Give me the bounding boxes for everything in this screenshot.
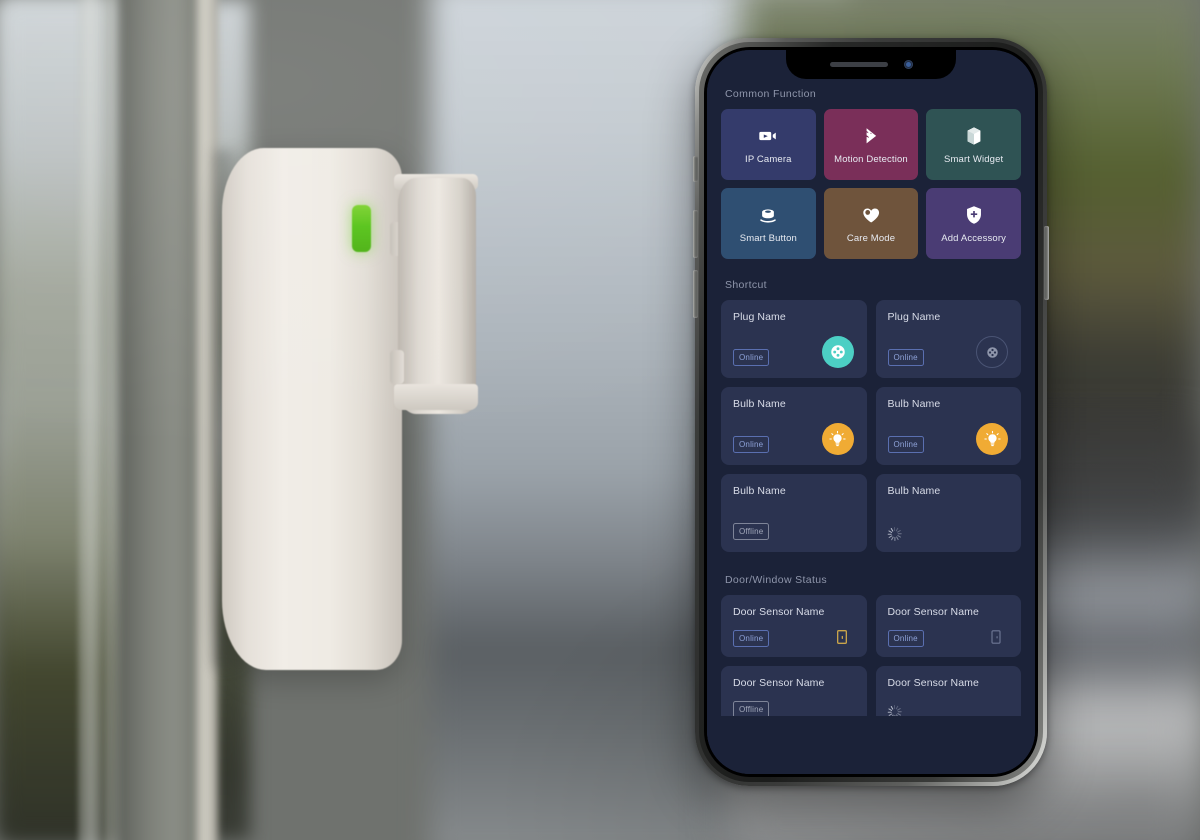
device-name: Bulb Name [887, 398, 941, 410]
tile-add-accessory[interactable]: Add Accessory [926, 188, 1021, 259]
motion-detection-icon [860, 125, 882, 147]
phone-screen: Common Function IP Camera Motion Detecti… [707, 50, 1035, 774]
scene-root: Common Function IP Camera Motion Detecti… [0, 0, 1200, 840]
shortcut-card[interactable]: Bulb Name Offline [721, 474, 867, 552]
device-name: Door Sensor Name [733, 677, 825, 689]
phone-mockup: Common Function IP Camera Motion Detecti… [693, 38, 1049, 786]
shortcut-card[interactable]: Bulb Name Online [875, 387, 1021, 465]
section-title-door-window-status: Door/Window Status [725, 574, 828, 586]
tile-care-mode[interactable]: Care Mode [823, 188, 919, 259]
tile-smart-widget[interactable]: Smart Widget [926, 109, 1021, 180]
device-name: Door Sensor Name [887, 606, 979, 618]
tile-label: IP Camera [745, 153, 792, 165]
video-camera-icon [757, 125, 779, 147]
tile-ip-camera[interactable]: IP Camera [721, 109, 816, 180]
cube-widget-icon [963, 125, 985, 147]
door-window-card-grid: Door Sensor Name Online Door Sensor Name [721, 595, 1021, 728]
section-title-common-function: Common Function [725, 88, 817, 100]
earpiece-speaker-icon [829, 62, 888, 67]
shortcut-card-grid: Plug Name Online Plug Name Online Bulb N… [721, 300, 1021, 552]
door-open-icon [833, 627, 851, 647]
tile-label: Add Accessory [941, 232, 1007, 244]
status-badge: Online [733, 436, 770, 453]
power-button[interactable] [1044, 226, 1049, 300]
shortcut-card[interactable]: Bulb Name [875, 474, 1021, 552]
app-bottom-area [707, 716, 1035, 774]
plug-icon [985, 345, 1000, 360]
bulb-icon [983, 430, 1002, 449]
device-name: Plug Name [733, 311, 786, 323]
silent-switch[interactable] [693, 156, 698, 182]
status-badge: Online [887, 436, 924, 453]
shortcut-card[interactable]: Bulb Name Online [721, 387, 867, 465]
shield-plus-icon [963, 204, 985, 226]
volume-down-button[interactable] [693, 270, 698, 318]
tile-label: Care Mode [846, 232, 896, 244]
device-name: Bulb Name [733, 398, 786, 410]
loading-spinner-icon [887, 527, 902, 541]
status-badge: Online [733, 349, 770, 366]
device-name: Bulb Name [887, 485, 941, 497]
app-content: Common Function IP Camera Motion Detecti… [707, 50, 1035, 774]
plug-toggle-button[interactable] [821, 336, 854, 368]
bulb-toggle-button[interactable] [976, 423, 1008, 455]
phone-notch [786, 50, 956, 79]
front-camera-icon [903, 60, 913, 69]
shortcut-card[interactable]: Plug Name Online [875, 300, 1021, 378]
device-name: Plug Name [887, 311, 941, 323]
section-title-shortcut: Shortcut [725, 279, 767, 291]
common-function-grid: IP Camera Motion Detection Smart Widget … [721, 109, 1021, 259]
device-name: Bulb Name [733, 485, 786, 497]
volume-up-button[interactable] [693, 210, 698, 258]
heart-care-icon [860, 204, 882, 226]
tile-label: Smart Widget [943, 153, 1004, 165]
door-sensor-card[interactable]: Door Sensor Name Online [875, 595, 1021, 657]
tile-smart-button[interactable]: Smart Button [721, 188, 816, 259]
status-badge: Online [733, 630, 770, 647]
status-badge: Online [887, 630, 924, 647]
status-badge: Offline [733, 523, 770, 540]
status-badge: Online [887, 349, 924, 366]
tile-label: Motion Detection [834, 153, 908, 165]
door-closed-icon [987, 627, 1005, 647]
device-name: Door Sensor Name [733, 606, 825, 618]
tile-label: Smart Button [739, 232, 797, 244]
tile-motion-detection[interactable]: Motion Detection [823, 109, 919, 180]
door-sensor-card[interactable]: Door Sensor Name Online [721, 595, 867, 657]
smart-button-icon [757, 204, 779, 226]
phone-bezel: Common Function IP Camera Motion Detecti… [704, 47, 1038, 777]
plug-toggle-button[interactable] [976, 336, 1008, 368]
plug-icon [829, 343, 847, 361]
bulb-toggle-button[interactable] [821, 423, 854, 455]
bulb-icon [828, 430, 847, 449]
shortcut-card[interactable]: Plug Name Online [721, 300, 867, 378]
device-name: Door Sensor Name [887, 677, 979, 689]
